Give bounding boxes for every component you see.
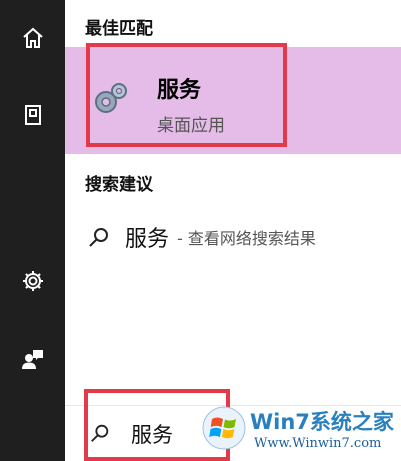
- search-suggestion-item[interactable]: 服务 - 查看网络搜索结果: [65, 214, 401, 260]
- gear-icon: [22, 271, 43, 291]
- annotation-highlight-best-match: [86, 43, 287, 147]
- search-suggestions-heading: 搜索建议: [85, 175, 153, 195]
- suggestion-description: - 查看网络搜索结果: [177, 229, 316, 248]
- rail-documents-button[interactable]: [0, 92, 65, 138]
- watermark-url: Www.Winwin7.com: [254, 436, 382, 451]
- rail-home-button[interactable]: [0, 15, 65, 61]
- suggestion-term: 服务: [125, 227, 170, 252]
- windows-logo-icon: [202, 406, 246, 450]
- watermark-title: Win7系统之家: [250, 410, 394, 434]
- user-feedback-icon: [21, 350, 43, 369]
- rail-settings-button[interactable]: [0, 258, 65, 304]
- rail-feedback-button[interactable]: [0, 336, 65, 382]
- best-match-heading: 最佳匹配: [85, 19, 153, 39]
- home-icon: [22, 27, 43, 48]
- search-icon: [89, 228, 108, 247]
- site-watermark: Win7系统之家 Www.Winwin7.com: [198, 396, 401, 461]
- documents-icon: [24, 105, 41, 125]
- start-left-rail: [0, 0, 65, 461]
